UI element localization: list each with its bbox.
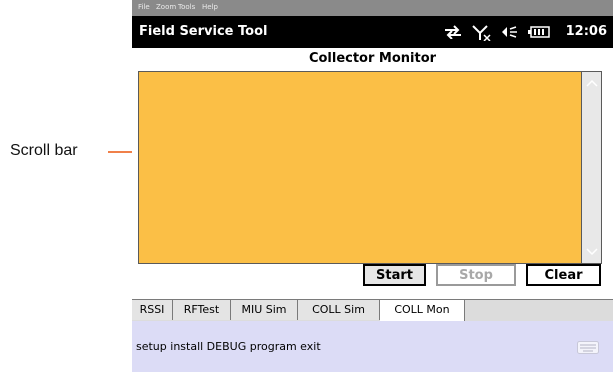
clear-button[interactable]: Clear <box>526 264 601 286</box>
panel-title: Collector Monitor <box>308 51 437 66</box>
keyboard-icon[interactable] <box>577 341 599 354</box>
menu-item-help[interactable]: Help <box>202 3 218 11</box>
title-bar: Field Service Tool 12:06 <box>132 16 613 48</box>
collector-monitor-output[interactable] <box>138 71 588 264</box>
scroll-up-arrow-icon[interactable] <box>582 72 601 94</box>
start-button[interactable]: Start <box>363 264 426 286</box>
tab-coll-sim[interactable]: COLL Sim <box>298 300 380 320</box>
battery-icon[interactable] <box>528 25 550 39</box>
menu-item-zoom[interactable]: Zoom <box>156 3 176 11</box>
clock[interactable]: 12:06 <box>566 24 607 39</box>
scroll-down-arrow-icon[interactable] <box>582 241 601 263</box>
command-bar: setup install DEBUG program exit <box>132 321 613 372</box>
stop-button[interactable]: Stop <box>436 264 516 286</box>
tab-miu-sim[interactable]: MIU Sim <box>231 300 298 320</box>
sync-arrows-icon[interactable] <box>443 25 463 39</box>
menu-item-file[interactable]: File <box>138 3 150 11</box>
vertical-scrollbar[interactable] <box>581 71 602 264</box>
app-title: Field Service Tool <box>139 24 268 39</box>
device-screen: File Zoom Tools Help Field Service Tool <box>132 0 613 372</box>
menu-bar: File Zoom Tools Help <box>132 0 613 17</box>
command-menu[interactable]: setup install DEBUG program exit <box>136 340 321 353</box>
tab-strip: RSSI RFTest MIU Sim COLL Sim COLL Mon <box>132 299 613 322</box>
speaker-icon[interactable] <box>500 25 520 39</box>
menu-item-tools[interactable]: Tools <box>178 3 195 11</box>
tab-rssi[interactable]: RSSI <box>132 300 173 320</box>
tab-rftest[interactable]: RFTest <box>173 300 231 320</box>
tab-coll-mon[interactable]: COLL Mon <box>380 300 465 321</box>
signal-off-icon[interactable] <box>472 25 492 41</box>
